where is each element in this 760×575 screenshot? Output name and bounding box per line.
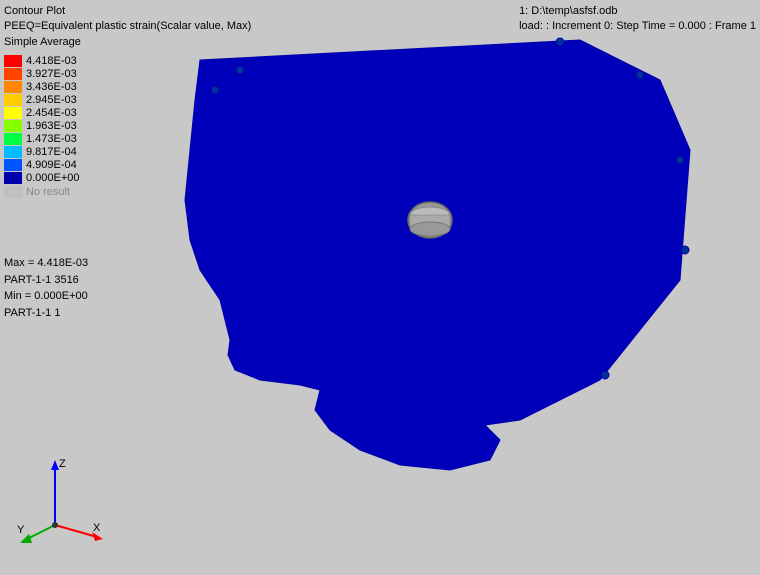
min-value: Min = 0.000E+00: [4, 288, 88, 305]
legend-color-swatch: [4, 133, 22, 145]
z-axis-label: Z: [59, 458, 66, 470]
min-location: PART-1-1 1: [4, 305, 88, 322]
legend-value-label: 3.436E-03: [26, 81, 77, 93]
legend-item: 1.963E-03: [4, 120, 80, 132]
legend-item: 9.817E-04: [4, 146, 80, 158]
max-location: PART-1-1 3516: [4, 272, 88, 289]
legend-color-swatch: [4, 172, 22, 184]
legend-value-label: 2.454E-03: [26, 107, 77, 119]
legend-color-swatch: [4, 94, 22, 106]
legend-color-swatch: [4, 120, 22, 132]
legend-value-label: 4.909E-04: [26, 159, 77, 171]
max-value: Max = 4.418E-03: [4, 255, 88, 272]
legend-item: 3.927E-03: [4, 68, 80, 80]
legend-value-label: 2.945E-03: [26, 94, 77, 106]
legend-item: 4.418E-03: [4, 55, 80, 67]
legend-item: 3.436E-03: [4, 81, 80, 93]
legend-color-swatch: [4, 146, 22, 158]
y-axis-label: Y: [17, 524, 25, 536]
legend: 4.418E-033.927E-033.436E-032.945E-032.45…: [4, 55, 80, 198]
main-visualization: [100, 0, 740, 510]
legend-color-swatch: [4, 81, 22, 93]
legend-value-label: 4.418E-03: [26, 55, 77, 67]
x-axis-label: X: [93, 522, 101, 534]
legend-color-swatch: [4, 68, 22, 80]
legend-item: 1.473E-03: [4, 133, 80, 145]
coordinate-axes: Z Y X: [15, 455, 105, 545]
legend-item: 4.909E-04: [4, 159, 80, 171]
legend-item: 2.945E-03: [4, 94, 80, 106]
no-result-label: No result: [26, 186, 70, 198]
legend-item: 0.000E+00: [4, 172, 80, 184]
legend-item: 2.454E-03: [4, 107, 80, 119]
legend-color-swatch: [4, 159, 22, 171]
no-result-item: No result: [4, 186, 80, 198]
legend-value-label: 9.817E-04: [26, 146, 77, 158]
legend-value-label: 3.927E-03: [26, 68, 77, 80]
legend-value-label: 1.473E-03: [26, 133, 77, 145]
legend-value-label: 0.000E+00: [26, 172, 80, 184]
no-result-swatch: [4, 186, 22, 198]
legend-color-swatch: [4, 107, 22, 119]
legend-value-label: 1.963E-03: [26, 120, 77, 132]
stats-block: Max = 4.418E-03 PART-1-1 3516 Min = 0.00…: [4, 255, 88, 321]
legend-color-swatch: [4, 55, 22, 67]
